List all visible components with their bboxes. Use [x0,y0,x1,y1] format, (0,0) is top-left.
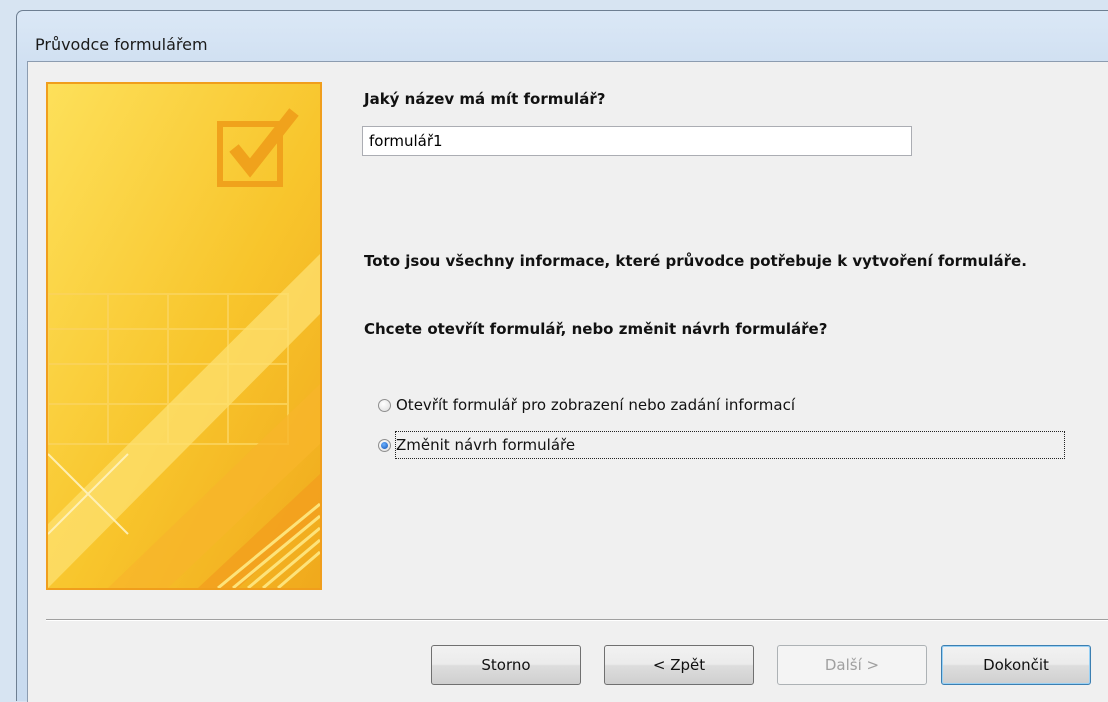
open-form-option[interactable]: Otevřít formulář pro zobrazení nebo zadá… [378,391,795,419]
form-wizard-checkmark-icon [46,82,322,590]
modify-design-option[interactable]: Změnit návrh formuláře [378,431,1065,459]
form-name-input[interactable] [362,126,912,156]
modify-design-radio[interactable] [378,438,391,452]
modify-design-label[interactable]: Změnit návrh formuláře [395,431,1065,459]
form-name-question: Jaký název má mít formulář? [364,90,606,108]
open-form-radio[interactable] [378,398,391,412]
back-button[interactable]: < Zpět [604,645,754,685]
next-button[interactable]: Další > [777,645,927,685]
open-form-label[interactable]: Otevřít formulář pro zobrazení nebo zadá… [396,396,795,414]
finish-button[interactable]: Dokončit [941,645,1091,685]
title-bar[interactable]: Průvodce formulářem [17,11,1108,61]
wizard-window: Průvodce formulářem Jaký název má mít fo… [16,10,1108,702]
wizard-content: Jaký název má mít formulář? Toto jsou vš… [27,61,1108,702]
window-title: Průvodce formulářem [35,35,208,54]
open-mode-question: Chcete otevřít formulář, nebo změnit náv… [364,320,828,338]
cancel-button[interactable]: Storno [431,645,581,685]
wizard-info-text: Toto jsou všechny informace, které průvo… [364,252,1027,270]
button-separator [46,619,1108,621]
